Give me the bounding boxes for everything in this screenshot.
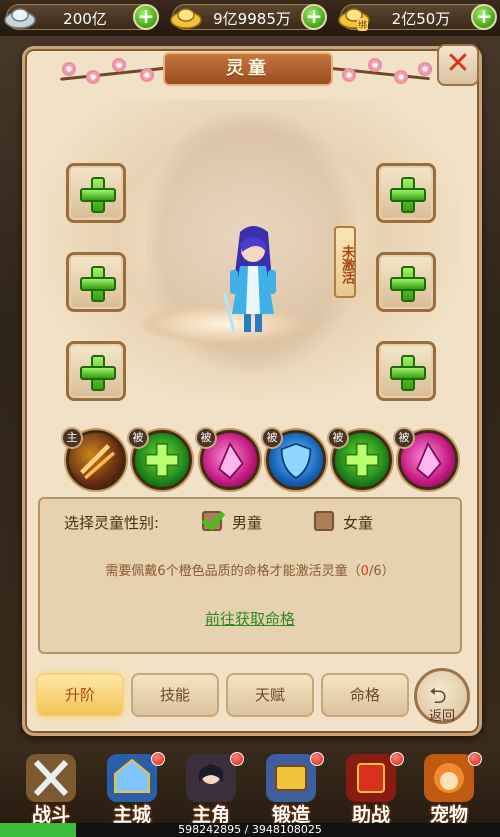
activation-requirement: 需要佩戴6个橙色品质的命格才能激活灵童（0/6） — [40, 560, 460, 579]
crossed-swords-icon — [26, 754, 76, 802]
add-gold-button[interactable]: + — [301, 4, 327, 30]
blades-icon — [80, 444, 116, 480]
notification-dot — [390, 752, 404, 766]
goto-get-destiny-link[interactable]: 前往获取命格 — [40, 608, 460, 629]
add-bound-gold-button[interactable]: + — [471, 4, 497, 30]
gold-ingot-icon — [170, 8, 202, 29]
male-checkbox[interactable] — [202, 511, 222, 531]
notification-dot — [151, 752, 165, 766]
equip-slot-right-1[interactable] — [376, 163, 436, 223]
add-plus-icon — [80, 355, 116, 391]
nav-assist[interactable]: 助战 — [336, 752, 406, 826]
tab-skills[interactable]: 技能 — [131, 673, 219, 717]
nav-main-city[interactable]: 主城 — [97, 752, 167, 826]
female-option-label[interactable]: 女童 — [343, 512, 373, 533]
blossom-icon — [140, 68, 154, 82]
bound-gold-badge: 绑 — [357, 18, 369, 31]
nav-hero[interactable]: 主角 — [176, 752, 246, 826]
experience-bar: 598242895 / 3948108025 — [0, 823, 500, 837]
back-label: 返回 — [428, 709, 455, 724]
male-option-label[interactable]: 男童 — [232, 512, 262, 533]
tab-upgrade[interactable]: 升阶 — [36, 673, 124, 717]
gold-currency: 9亿9985万 + — [170, 4, 327, 30]
female-checkbox[interactable] — [314, 511, 334, 531]
blossom-icon — [368, 58, 382, 72]
requirement-suffix: /6） — [368, 564, 395, 579]
skill-passive-5[interactable]: 被 — [393, 427, 458, 490]
skill-passive-4[interactable]: 被 — [327, 427, 392, 490]
requirement-prefix: 需要佩戴6个橙色品质的命格才能激活灵童（ — [105, 564, 361, 579]
equip-slot-right-3[interactable] — [376, 341, 436, 401]
shield-icon — [280, 442, 312, 480]
gold-amount: 9亿9985万 — [213, 10, 291, 28]
panel-title: 灵童 — [163, 52, 333, 86]
nav-forge[interactable]: 锻造 — [256, 752, 326, 826]
equip-slot-left-2[interactable] — [66, 252, 126, 312]
notification-dot — [468, 752, 482, 766]
currency-bar: 200亿 + 9亿9985万 + 绑 2亿50万 + — [0, 0, 500, 36]
equip-slot-left-1[interactable] — [66, 163, 126, 223]
inactive-tag: 未激活 — [334, 226, 356, 298]
blossom-icon — [394, 70, 408, 84]
silver-amount: 200亿 — [63, 10, 107, 28]
skill-passive-2[interactable]: 被 — [195, 427, 260, 490]
tab-destiny[interactable]: 命格 — [321, 673, 409, 717]
add-plus-icon — [80, 177, 116, 213]
tab-talent[interactable]: 天赋 — [226, 673, 314, 717]
bound-gold-currency: 绑 2亿50万 + — [338, 4, 497, 31]
gender-label: 选择灵童性别: — [64, 514, 160, 532]
add-plus-icon — [390, 177, 426, 213]
equip-slot-right-2[interactable] — [376, 252, 436, 312]
add-silver-button[interactable]: + — [133, 4, 159, 30]
add-plus-icon — [390, 355, 426, 391]
notification-dot — [230, 752, 244, 766]
nav-pet[interactable]: 宠物 — [414, 752, 484, 826]
skill-active-1[interactable]: 主 — [61, 427, 126, 490]
spirit-child-character[interactable] — [218, 222, 288, 342]
add-plus-icon — [80, 266, 116, 302]
experience-text: 598242895 / 3948108025 — [178, 823, 322, 836]
crystal-icon — [218, 441, 244, 480]
bound-gold-amount: 2亿50万 — [391, 10, 451, 28]
skill-passive-3[interactable]: 被 — [261, 427, 326, 490]
blossom-icon — [418, 62, 432, 76]
blossom-icon — [86, 70, 100, 84]
requirement-count: 0 — [360, 564, 369, 579]
blossom-icon — [342, 68, 356, 82]
notification-dot — [310, 752, 324, 766]
equip-slot-left-3[interactable] — [66, 341, 126, 401]
skill-passive-1[interactable]: 被 — [127, 427, 192, 490]
blossom-icon — [62, 62, 76, 76]
crystal-icon — [416, 441, 442, 480]
add-plus-icon — [390, 266, 426, 302]
nav-battle[interactable]: 战斗 — [16, 752, 86, 826]
silver-ingot-icon — [4, 8, 36, 29]
heal-cross-icon — [144, 442, 180, 478]
silver-currency: 200亿 + — [4, 4, 159, 30]
heal-cross-icon — [344, 442, 380, 478]
back-button[interactable]: ⮌ 返回 — [414, 668, 470, 724]
close-button[interactable]: ✕ — [437, 44, 479, 86]
blossom-icon — [112, 58, 126, 72]
